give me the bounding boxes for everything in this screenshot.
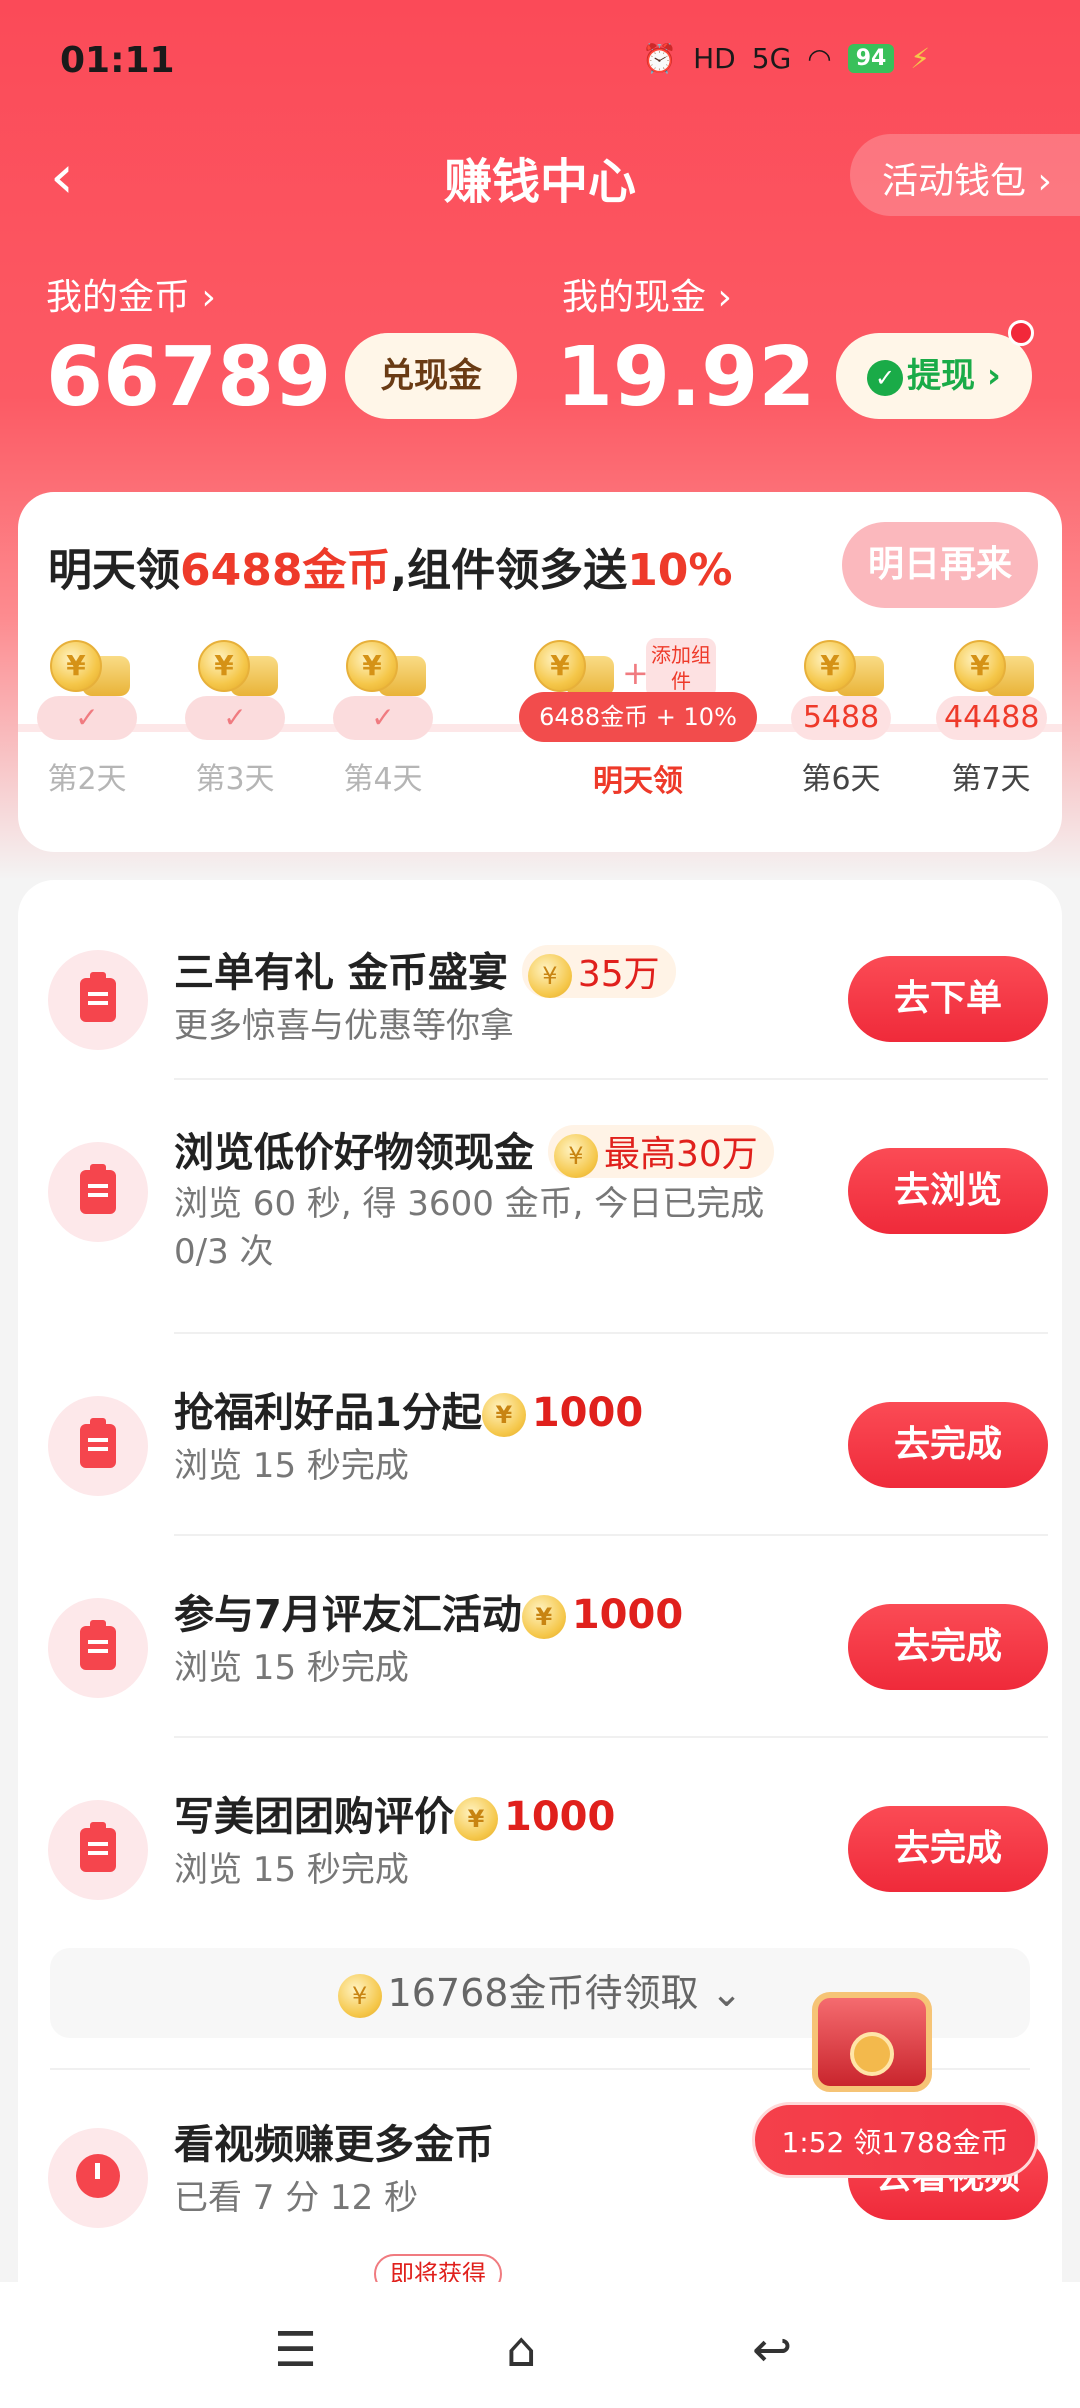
reward-chip: ¥35万 (521, 945, 676, 998)
checkin-title-text: 明天领 (48, 545, 180, 596)
complete-button[interactable]: 去完成 (848, 1604, 1048, 1690)
task-title: 参与7月评友汇活动 ¥1000 (174, 1592, 684, 1639)
coin-icon: ¥ (454, 1797, 498, 1841)
day-label: 明天领 (593, 764, 683, 799)
checkin-title-percent: 10% (627, 545, 733, 596)
day-label: 第7天 (951, 762, 1031, 797)
chevron-down-icon: ⌄ (710, 1971, 743, 2015)
checked-icon: ✓ (333, 696, 433, 740)
browse-button[interactable]: 去浏览 (848, 1148, 1048, 1234)
back-nav-icon[interactable]: ↩ (752, 2322, 792, 2378)
coin-icon: ¥ (948, 640, 1034, 700)
day-label: 第4天 (343, 762, 423, 797)
task-title: 浏览低价好物领现金 ¥ 最高30万 (174, 1120, 774, 1178)
checked-icon: ✓ (37, 696, 137, 740)
coin-icon: ¥ (521, 1595, 566, 1639)
exchange-cash-button[interactable]: 兑现金 (345, 333, 517, 419)
withdraw-label: 提现 › (907, 356, 1001, 396)
coins-balance: 66789 (46, 330, 332, 425)
countdown-reward-pill[interactable]: 1:52 领1788金币 (752, 2102, 1038, 2178)
notification-dot (1008, 320, 1034, 346)
day-label: 第2天 (47, 762, 127, 797)
reward-chip: ¥ 最高30万 (547, 1125, 774, 1178)
divider (174, 1736, 1048, 1738)
divider (174, 1534, 1048, 1536)
day-label: 第6天 (801, 762, 881, 797)
wifi-status-icon: ◠ (807, 42, 832, 75)
coin-icon: ¥ (481, 1393, 526, 1437)
wechat-icon: ✓ (867, 359, 904, 396)
alarm-status-icon: ⏰ (642, 42, 678, 75)
battery-status-icon: 94 (847, 44, 895, 73)
pending-coins-text: 16768金币待领取 (387, 1971, 699, 2015)
task-title: 写美团团购评价 ¥1000 (174, 1794, 616, 1841)
coin-icon: ¥ (337, 1973, 382, 2018)
coin-icon: ¥ (527, 954, 572, 998)
clipboard-icon (48, 1800, 148, 1900)
task-subtitle: 浏览 60 秒, 得 3600 金币, 今日已完成 0/3 次 (174, 1184, 765, 1272)
menu-icon[interactable]: ☰ (274, 2322, 317, 2378)
hd-status-icon: HD (693, 42, 736, 75)
checkin-card: 明天领6488金币,组件领多送10% 明日再来 ¥ ✓ 第2天 ¥ ✓ 第3天 … (18, 492, 1062, 852)
charging-icon: ⚡ (910, 42, 930, 75)
my-cash-link[interactable]: 我的现金 › (562, 268, 732, 320)
withdraw-button[interactable]: ✓ 提现 › (836, 333, 1032, 419)
place-order-button[interactable]: 去下单 (848, 956, 1048, 1042)
checkin-title-text-2: ,组件领多送 (390, 545, 628, 596)
task-subtitle: 更多惊喜与优惠等你拿 (174, 1006, 514, 1046)
status-time: 01:11 (60, 40, 175, 81)
clipboard-icon (48, 1396, 148, 1496)
coin-icon: ¥ (192, 640, 278, 700)
coin-icon: ¥ (553, 1134, 598, 1178)
checkin-title-coins: 6488金币 (180, 545, 391, 596)
task-subtitle: 浏览 15 秒完成 (174, 1648, 409, 1688)
complete-button[interactable]: 去完成 (848, 1402, 1048, 1488)
cash-balance: 19.92 (556, 330, 816, 425)
home-icon[interactable]: ⌂ (506, 2322, 536, 2378)
treasure-chest-icon[interactable] (812, 1972, 932, 2102)
status-icons: ⏰ HD 5G ◠ 94 ⚡ (642, 42, 930, 75)
signal-status-icon: 5G (751, 42, 792, 75)
task-title: 三单有礼 金币盛宴 ¥35万 (174, 940, 676, 998)
checked-icon: ✓ (185, 696, 285, 740)
status-bar: 01:11 ⏰ HD 5G ◠ 94 ⚡ (0, 0, 1080, 120)
checkin-day-4: ¥ ✓ 第4天 (328, 640, 438, 798)
clipboard-icon (48, 1142, 148, 1242)
checkin-day-3: ¥ ✓ 第3天 (180, 640, 290, 798)
coin-icon: ¥ (44, 640, 130, 700)
day-reward: 44488 (936, 696, 1048, 740)
coin-icon: ¥ (798, 640, 884, 700)
task-subtitle: 浏览 15 秒完成 (174, 1446, 409, 1486)
my-coins-link[interactable]: 我的金币 › (46, 268, 216, 320)
alarm-clock-icon (48, 2128, 148, 2228)
clipboard-icon (48, 950, 148, 1050)
task-title: 看视频赚更多金币 (174, 2122, 494, 2168)
complete-button[interactable]: 去完成 (848, 1806, 1048, 1892)
top-navigation: ‹ 赚钱中心 活动钱包 › (0, 120, 1080, 230)
tomorrow-reward-pill: 6488金币 + 10% (519, 692, 757, 742)
day-reward: 5488 (791, 696, 891, 740)
coin-icon: ¥ (528, 640, 614, 700)
day-label: 第3天 (195, 762, 275, 797)
activity-wallet-button[interactable]: 活动钱包 › (850, 134, 1080, 216)
system-navigation-bar: ☰ ⌂ ↩ (0, 2282, 1080, 2408)
task-title: 抢福利好品1分起 ¥1000 (174, 1390, 644, 1437)
clipboard-icon (48, 1598, 148, 1698)
divider (174, 1078, 1048, 1080)
checkin-day-2: ¥ ✓ 第2天 (32, 640, 142, 798)
checkin-day-tomorrow: ¥ 6488金币 + 10% 明天领 (488, 640, 788, 800)
checkin-title: 明天领6488金币,组件领多送10% (48, 534, 733, 598)
task-subtitle: 已看 7 分 12 秒 (174, 2178, 419, 2218)
come-back-tomorrow-button[interactable]: 明日再来 (842, 522, 1038, 608)
task-subtitle: 浏览 15 秒完成 (174, 1850, 409, 1890)
checkin-day-7: ¥ 44488 第7天 (936, 640, 1048, 798)
checkin-day-6: ¥ 5488 第6天 (786, 640, 896, 798)
divider (174, 1332, 1048, 1334)
coin-icon: ¥ (340, 640, 426, 700)
